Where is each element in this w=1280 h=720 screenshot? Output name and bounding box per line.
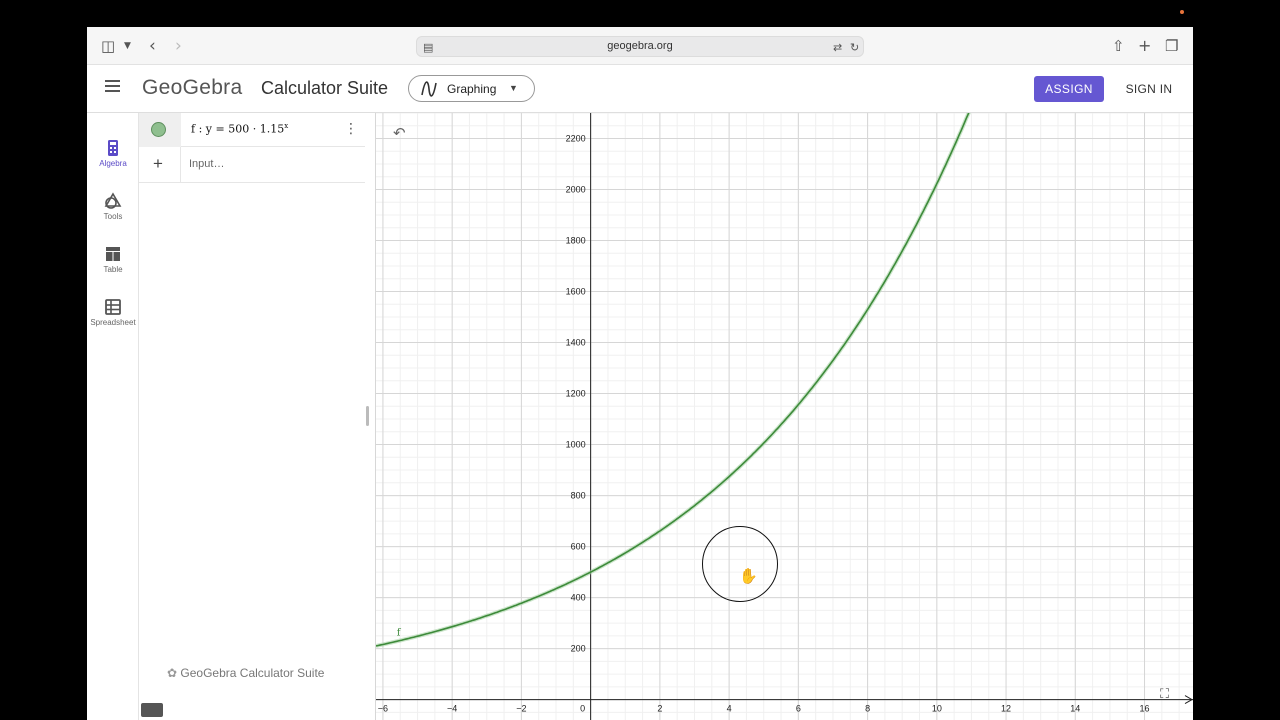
- function-f-label: f: [397, 627, 402, 638]
- y-tick-label: 2200: [566, 134, 586, 144]
- x-tick-label: 6: [796, 704, 801, 714]
- table-icon: [106, 247, 120, 261]
- tab-algebra[interactable]: Algebra: [87, 139, 139, 183]
- tools-icon: [104, 192, 122, 209]
- function-f-curve-glow: [376, 113, 971, 648]
- tab-tools[interactable]: Tools: [87, 192, 139, 236]
- translate-icon[interactable]: ⇄: [833, 39, 842, 57]
- keyboard-icon[interactable]: [141, 703, 163, 717]
- visibility-toggle-cell: [139, 113, 181, 147]
- function-exponent: x: [284, 122, 289, 130]
- back-icon[interactable]: ‹: [149, 37, 156, 55]
- x-tick-label: 10: [932, 704, 942, 714]
- browser-toolbar: ◫ ▼ ‹ › ▤ geogebra.org ⇄ ↻ ⇧ + ❐: [87, 27, 1193, 65]
- forward-icon[interactable]: ›: [175, 37, 182, 55]
- app-selector-dropdown[interactable]: Graphing ▼: [408, 75, 535, 102]
- tab-tools-label: Tools: [103, 212, 123, 221]
- function-base: 1.15: [259, 122, 285, 136]
- footer-brand: ✿ GeoGebra Calculator Suite: [167, 666, 324, 680]
- fullscreen-icon[interactable]: ⛶: [1160, 687, 1169, 702]
- tab-table[interactable]: Table: [87, 245, 139, 289]
- x-tick-label: 16: [1140, 704, 1150, 714]
- plus-icon[interactable]: +: [153, 154, 163, 174]
- calculator-icon: [108, 140, 118, 156]
- undo-icon[interactable]: ↶: [393, 124, 406, 142]
- visibility-marble[interactable]: [151, 122, 166, 137]
- browser-window: ◫ ▼ ‹ › ▤ geogebra.org ⇄ ↻ ⇧ + ❐ GeoGebr…: [87, 27, 1193, 720]
- x-tick-label: −6: [378, 704, 388, 714]
- touch-cursor-indicator: ✋: [702, 526, 778, 602]
- y-tick-label: 2000: [566, 185, 586, 195]
- x-tick-label: 12: [1001, 704, 1011, 714]
- y-tick-label: 600: [571, 542, 586, 552]
- x-tick-label: 4: [727, 704, 732, 714]
- graphing-icon: [421, 81, 437, 97]
- function-f-curve: [376, 113, 970, 647]
- function-definition[interactable]: f : y = 500 · 1.15x: [191, 122, 288, 136]
- y-tick-label: 1800: [566, 236, 586, 246]
- app-header: GeoGebra Calculator Suite Graphing ▼ ASS…: [87, 65, 1193, 113]
- address-bar[interactable]: ▤ geogebra.org ⇄ ↻: [416, 36, 864, 57]
- geogebra-logo[interactable]: GeoGebra: [142, 76, 242, 100]
- url-text: geogebra.org: [607, 40, 673, 52]
- footer-brand-text: GeoGebra Calculator Suite: [180, 666, 325, 680]
- share-icon[interactable]: ⇧: [1112, 37, 1125, 55]
- graph-canvas[interactable]: −6 −4 −2 0 2 4 6 8 10 12 14 16 200 400 600 800 1000 1200 1…: [376, 113, 1193, 720]
- more-vertical-icon[interactable]: ⋮: [344, 121, 358, 137]
- new-tab-icon[interactable]: +: [1138, 37, 1151, 55]
- add-item-cell: +: [139, 147, 181, 183]
- menu-icon[interactable]: [105, 80, 120, 92]
- y-tick-label: 400: [571, 593, 586, 603]
- chevron-down-icon[interactable]: ▼: [124, 37, 131, 55]
- x-tick-label: −4: [447, 704, 457, 714]
- geogebra-flower-icon: ✿: [167, 666, 178, 680]
- algebra-input-row[interactable]: + Input…: [139, 147, 365, 183]
- recording-indicator: [1180, 10, 1184, 14]
- y-tick-label: 1000: [566, 440, 586, 450]
- y-tick-label: 800: [571, 491, 586, 501]
- x-tick-label: 0: [580, 704, 585, 714]
- page-title: Calculator Suite: [261, 78, 389, 98]
- y-tick-label: 1200: [566, 389, 586, 399]
- graphics-view[interactable]: −6 −4 −2 0 2 4 6 8 10 12 14 16 200 400 600 800 1000 1200 1…: [376, 113, 1193, 720]
- y-tick-label: 1400: [566, 338, 586, 348]
- x-tick-label: 14: [1070, 704, 1080, 714]
- x-tick-label: 2: [657, 704, 662, 714]
- sidebar-icon[interactable]: ◫: [101, 37, 115, 55]
- panel-resize-handle[interactable]: [366, 406, 369, 426]
- perspective-tabs: Algebra Tools Table Spreadsheet: [87, 113, 139, 720]
- function-coefficient: 500: [228, 122, 250, 136]
- y-tick-label: 1600: [566, 287, 586, 297]
- app-selector-label: Graphing: [447, 82, 497, 96]
- reload-icon[interactable]: ↻: [850, 39, 859, 57]
- caret-down-icon: ▼: [509, 83, 518, 93]
- y-tick-label: 200: [571, 644, 586, 654]
- tab-table-label: Table: [103, 265, 123, 274]
- x-tick-label: 8: [865, 704, 870, 714]
- tab-spreadsheet-label: Spreadsheet: [90, 318, 136, 327]
- x-tick-label: −2: [516, 704, 526, 714]
- assign-button[interactable]: ASSIGN: [1034, 76, 1104, 102]
- algebra-entry-f[interactable]: f : y = 500 · 1.15x ⋮: [139, 113, 365, 147]
- algebra-input[interactable]: Input…: [189, 158, 224, 170]
- tab-algebra-label: Algebra: [99, 159, 127, 168]
- tab-spreadsheet[interactable]: Spreadsheet: [87, 298, 139, 342]
- grab-hand-icon: ✋: [739, 567, 758, 585]
- tabs-overview-icon[interactable]: ❐: [1165, 37, 1178, 55]
- sign-in-button[interactable]: SIGN IN: [1119, 76, 1179, 102]
- spreadsheet-icon: [105, 299, 121, 315]
- algebra-view: f : y = 500 · 1.15x ⋮ + Input… ✿ GeoGebr…: [139, 113, 376, 720]
